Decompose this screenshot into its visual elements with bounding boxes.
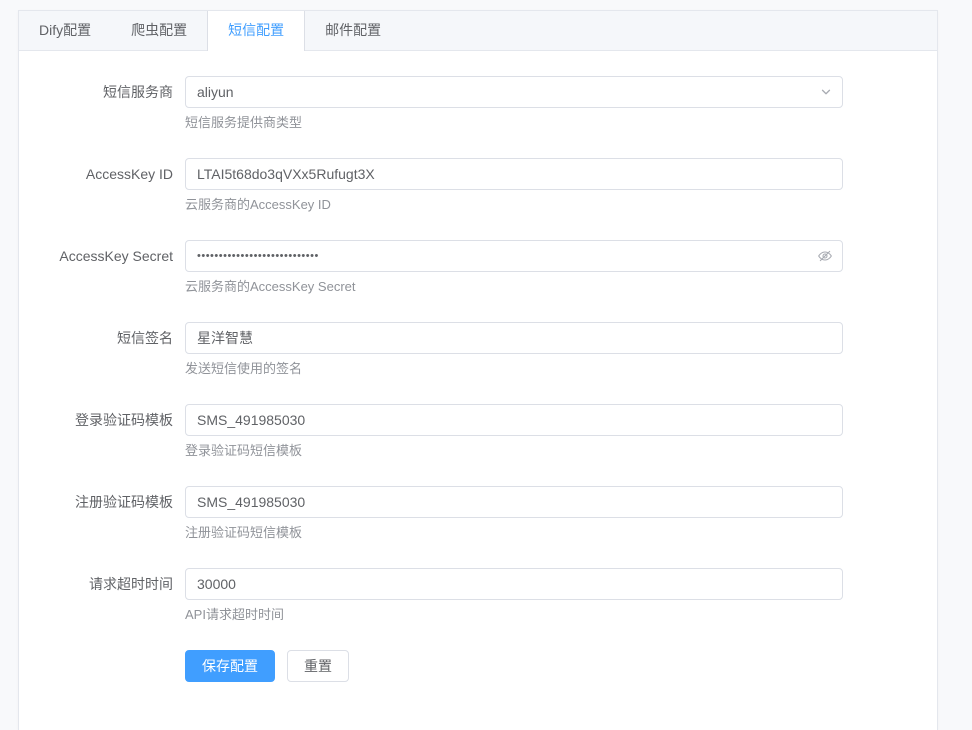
timeout-help: API请求超时时间 <box>185 606 843 624</box>
login-template-input[interactable] <box>186 405 842 435</box>
timeout-box <box>185 568 843 600</box>
sign-name-box <box>185 322 843 354</box>
form-item-register-template: 注册验证码模板 注册验证码短信模板 <box>19 486 922 542</box>
form-item-login-template: 登录验证码模板 登录验证码短信模板 <box>19 404 922 460</box>
tab-sms-config[interactable]: 短信配置 <box>207 11 305 51</box>
timeout-label: 请求超时时间 <box>19 568 185 624</box>
access-key-secret-control: 云服务商的AccessKey Secret <box>185 240 843 296</box>
sms-config-panel: 短信服务商 aliyun 短信服务提供商类型 AccessKey ID <box>19 51 937 682</box>
access-key-secret-label: AccessKey Secret <box>19 240 185 296</box>
form-actions: 保存配置 重置 <box>185 650 922 682</box>
register-template-box <box>185 486 843 518</box>
timeout-control: API请求超时时间 <box>185 568 843 624</box>
eye-off-icon[interactable] <box>817 248 833 264</box>
access-key-secret-help: 云服务商的AccessKey Secret <box>185 278 843 296</box>
register-template-help: 注册验证码短信模板 <box>185 524 843 542</box>
tab-bar: Dify配置 爬虫配置 短信配置 邮件配置 <box>19 11 937 51</box>
sms-config-form: 短信服务商 aliyun 短信服务提供商类型 AccessKey ID <box>19 76 922 682</box>
sms-provider-label: 短信服务商 <box>19 76 185 132</box>
login-template-label: 登录验证码模板 <box>19 404 185 460</box>
sign-name-label: 短信签名 <box>19 322 185 378</box>
sms-provider-select[interactable]: aliyun <box>185 76 843 108</box>
form-item-access-key-secret: AccessKey Secret 云服务商的AccessKey Secret <box>19 240 922 296</box>
sign-name-control: 发送短信使用的签名 <box>185 322 843 378</box>
login-template-control: 登录验证码短信模板 <box>185 404 843 460</box>
register-template-label: 注册验证码模板 <box>19 486 185 542</box>
config-card: Dify配置 爬虫配置 短信配置 邮件配置 短信服务商 aliyun 短信服务提… <box>18 10 938 730</box>
form-item-sign-name: 短信签名 发送短信使用的签名 <box>19 322 922 378</box>
reset-button[interactable]: 重置 <box>287 650 349 682</box>
access-key-id-help: 云服务商的AccessKey ID <box>185 196 843 214</box>
access-key-id-control: 云服务商的AccessKey ID <box>185 158 843 214</box>
sign-name-input[interactable] <box>186 323 842 353</box>
tab-email-config[interactable]: 邮件配置 <box>305 11 401 51</box>
form-item-sms-provider: 短信服务商 aliyun 短信服务提供商类型 <box>19 76 922 132</box>
sign-name-help: 发送短信使用的签名 <box>185 360 843 378</box>
login-template-help: 登录验证码短信模板 <box>185 442 843 460</box>
register-template-control: 注册验证码短信模板 <box>185 486 843 542</box>
chevron-down-icon[interactable] <box>819 85 833 99</box>
timeout-input[interactable] <box>186 569 842 599</box>
access-key-secret-box <box>185 240 843 272</box>
form-item-access-key-id: AccessKey ID 云服务商的AccessKey ID <box>19 158 922 214</box>
login-template-box <box>185 404 843 436</box>
sms-provider-control: aliyun 短信服务提供商类型 <box>185 76 843 132</box>
tab-crawler-config[interactable]: 爬虫配置 <box>111 11 207 51</box>
sms-provider-value: aliyun <box>186 84 842 100</box>
tab-dify-config[interactable]: Dify配置 <box>19 11 111 51</box>
save-config-button[interactable]: 保存配置 <box>185 650 275 682</box>
access-key-id-input[interactable] <box>186 159 842 189</box>
access-key-id-label: AccessKey ID <box>19 158 185 214</box>
access-key-secret-input[interactable] <box>186 241 842 271</box>
sms-provider-help: 短信服务提供商类型 <box>185 114 843 132</box>
register-template-input[interactable] <box>186 487 842 517</box>
access-key-id-box <box>185 158 843 190</box>
form-item-timeout: 请求超时时间 API请求超时时间 <box>19 568 922 624</box>
